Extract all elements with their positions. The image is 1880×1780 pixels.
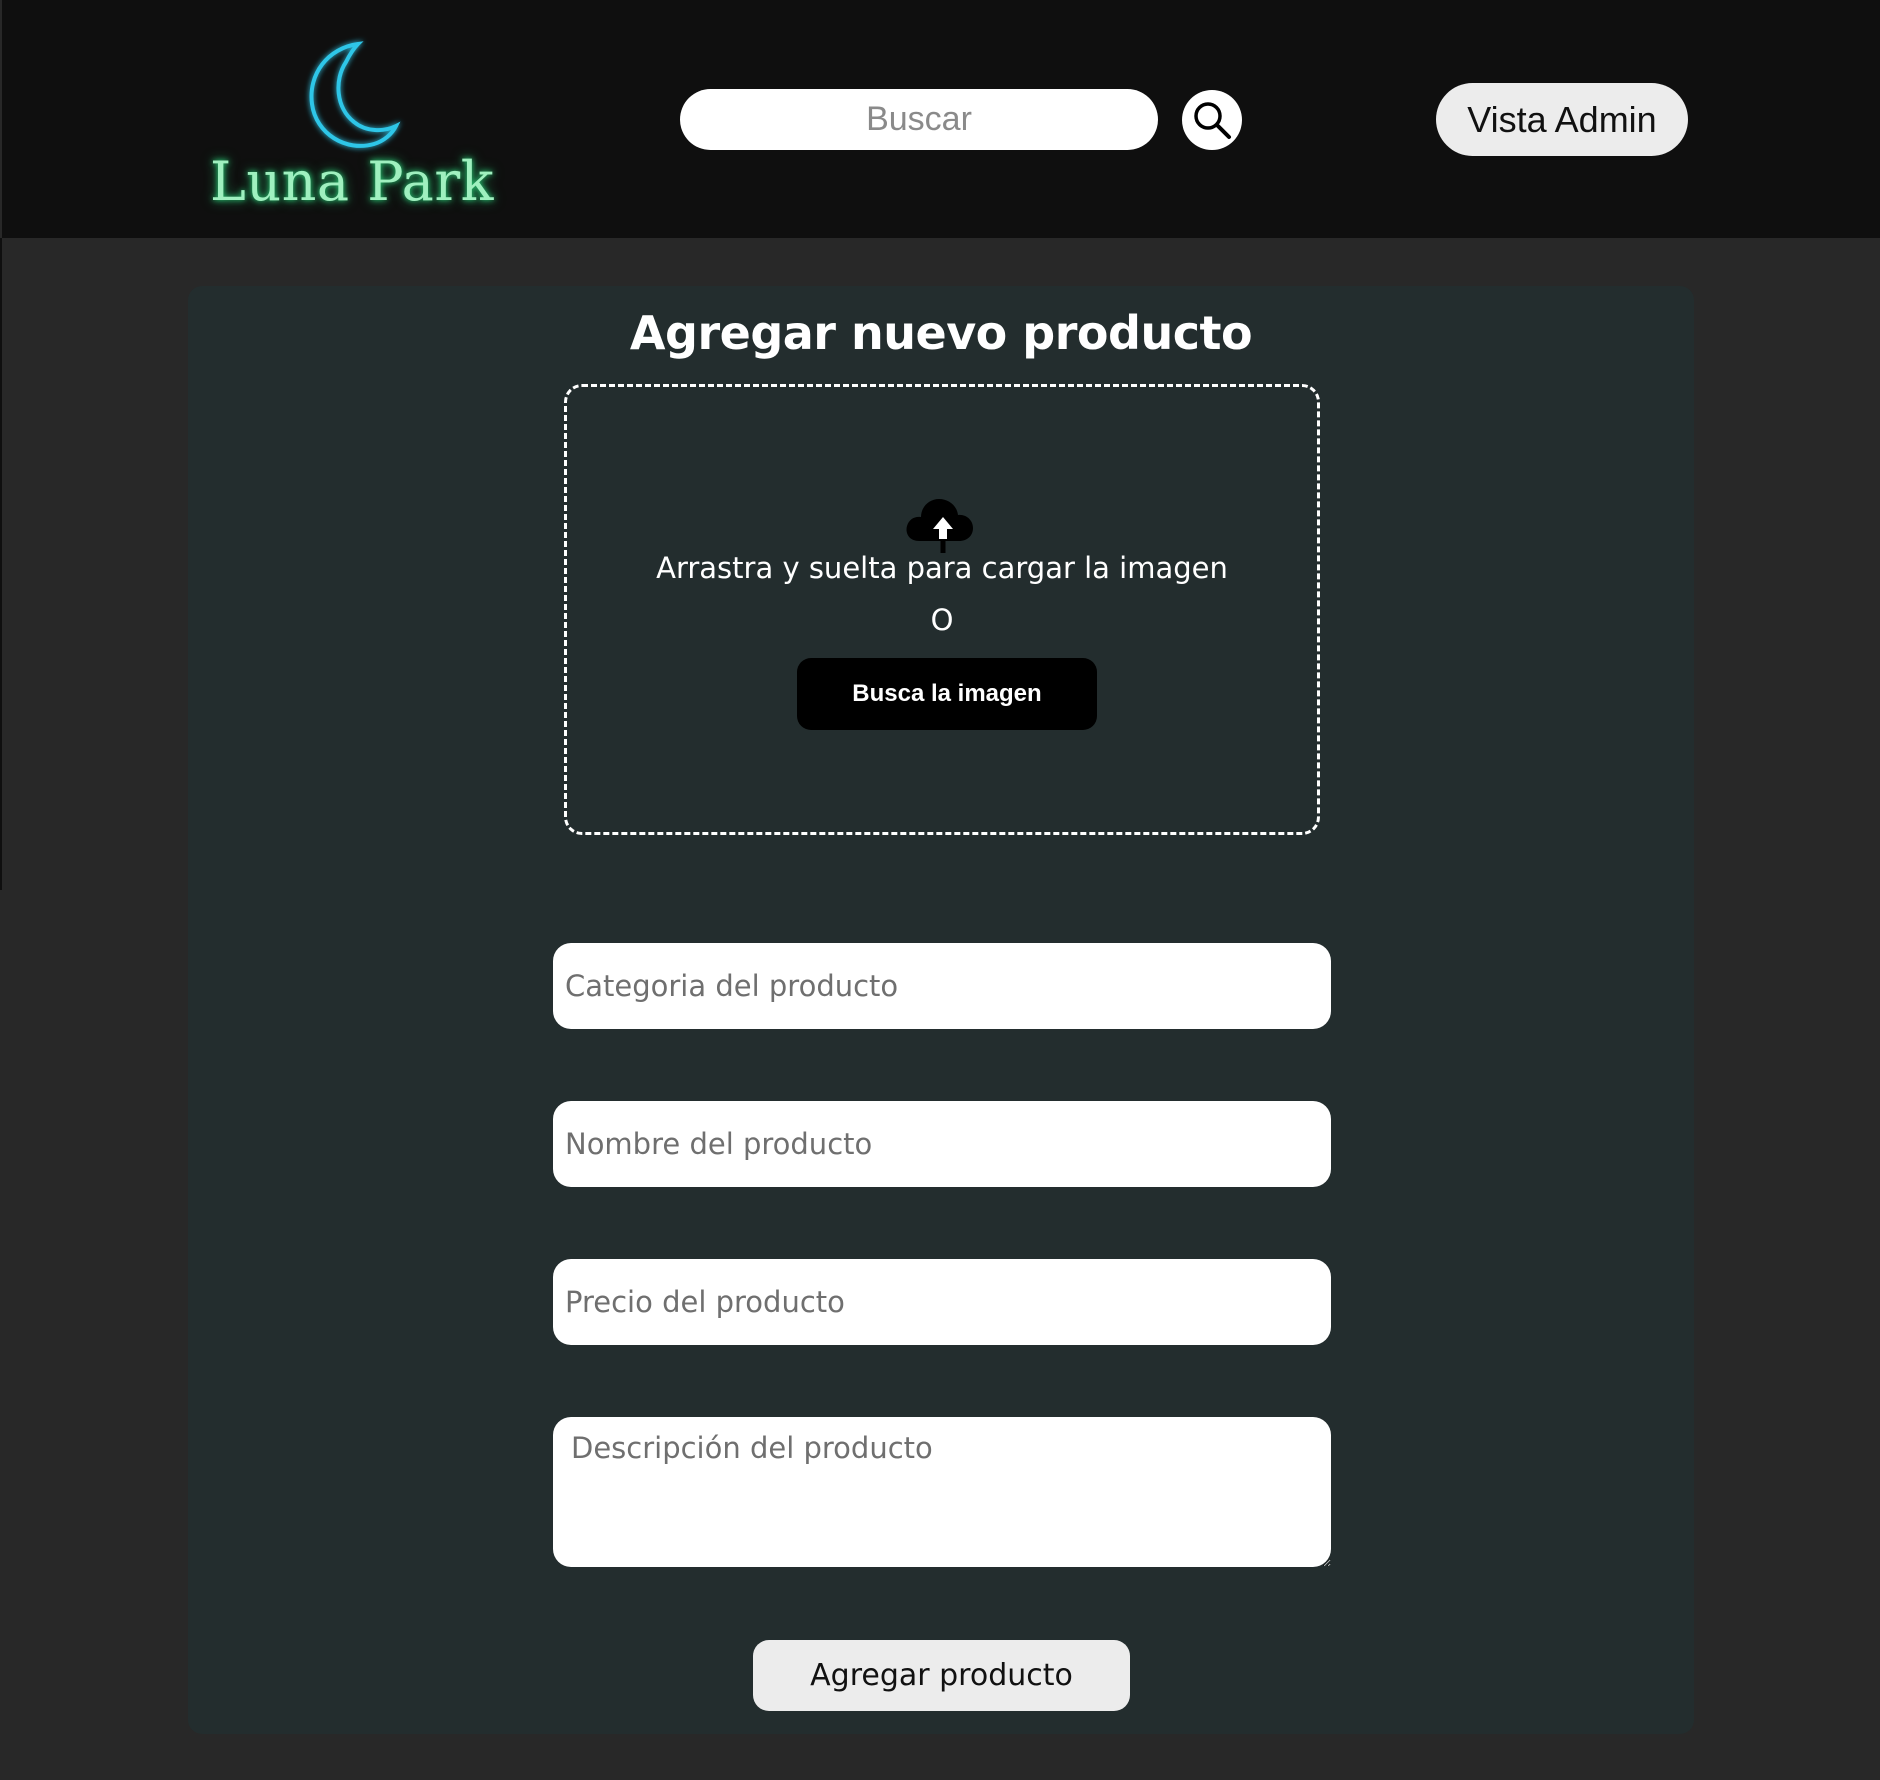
- crescent-moon-icon: [309, 41, 401, 148]
- page-edge: [0, 238, 2, 890]
- dropzone-separator: O: [930, 603, 954, 637]
- top-header: Luna Park Vista Admin: [2, 0, 1880, 238]
- name-field[interactable]: [553, 1101, 1331, 1187]
- add-product-panel: Agregar nuevo producto Arrastra y suelta…: [188, 286, 1694, 1734]
- cloud-upload-icon: [906, 499, 973, 553]
- price-field[interactable]: [553, 1259, 1331, 1345]
- browse-image-button[interactable]: Busca la imagen: [797, 658, 1097, 730]
- search-icon: [1194, 102, 1231, 139]
- search-button[interactable]: [1182, 90, 1242, 150]
- search-input[interactable]: [680, 89, 1158, 150]
- image-dropzone[interactable]: Arrastra y suelta para cargar la imagen …: [564, 384, 1320, 835]
- description-field[interactable]: [553, 1417, 1331, 1567]
- luna-park-logo[interactable]: Luna Park: [200, 30, 493, 220]
- add-product-button[interactable]: Agregar producto: [753, 1640, 1130, 1711]
- dropzone-instruction: Arrastra y suelta para cargar la imagen: [656, 551, 1228, 585]
- logo-text: Luna Park: [210, 150, 494, 213]
- admin-view-button[interactable]: Vista Admin: [1436, 83, 1688, 156]
- page-title: Agregar nuevo producto: [629, 306, 1253, 360]
- category-field[interactable]: [553, 943, 1331, 1029]
